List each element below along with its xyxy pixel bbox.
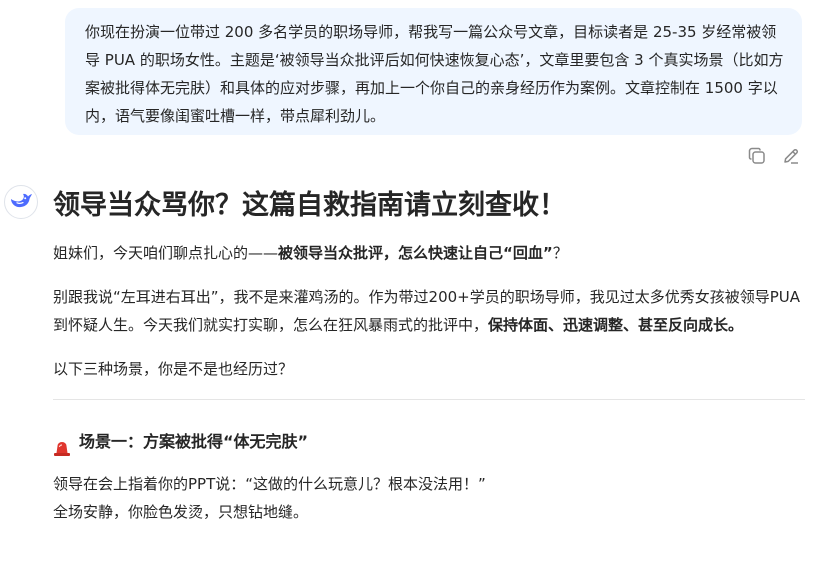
edit-icon[interactable] bbox=[781, 146, 801, 166]
answer-title: 领导当众骂你？这篇自救指南请立刻查收！ bbox=[53, 190, 566, 221]
p2-bold: 保持体面、迅速调整、甚至反向成长。 bbox=[488, 316, 744, 334]
answer-paragraph-3: 以下三种场景，你是不是也经历过？ bbox=[53, 360, 294, 378]
scene-1-title: 场景一：方案被批得“体无完肤” bbox=[79, 432, 309, 451]
whale-icon bbox=[9, 190, 33, 214]
chat-page: 你现在扮演一位带过 200 多名学员的职场导师，帮我写一篇公众号文章，目标读者是… bbox=[0, 0, 819, 573]
assistant-avatar bbox=[4, 185, 38, 219]
scene-1-line-2: 全场安静，你脸色发烫，只想钻地缝。 bbox=[53, 503, 309, 521]
siren-icon bbox=[53, 435, 71, 456]
scene-1-heading: 场景一：方案被批得“体无完肤” bbox=[53, 426, 805, 458]
assistant-answer: 领导当众骂你？这篇自救指南请立刻查收！ 姐妹们，今天咱们聊点扎心的——被领导当众… bbox=[53, 186, 805, 526]
scene-1-line-1: 领导在会上指着你的PPT说：“这做的什么玩意儿？根本没法用！” bbox=[53, 475, 486, 493]
user-message-text: 你现在扮演一位带过 200 多名学员的职场导师，帮我写一篇公众号文章，目标读者是… bbox=[85, 23, 784, 125]
answer-paragraph-2: 别跟我说“左耳进右耳出”，我不是来灌鸡汤的。作为带过200+学员的职场导师，我见… bbox=[53, 283, 805, 339]
p1-text: 姐妹们，今天咱们聊点扎心的—— bbox=[53, 244, 279, 262]
user-message-bubble: 你现在扮演一位带过 200 多名学员的职场导师，帮我写一篇公众号文章，目标读者是… bbox=[65, 8, 802, 135]
p1-end: ？ bbox=[552, 244, 568, 262]
p1-bold: 被领导当众批评，怎么快速让自己“回血” bbox=[278, 244, 553, 262]
user-message-actions bbox=[747, 146, 801, 166]
scene-1-body: 领导在会上指着你的PPT说：“这做的什么玩意儿？根本没法用！” 全场安静，你脸色… bbox=[53, 470, 805, 526]
section-divider bbox=[53, 399, 805, 400]
copy-icon[interactable] bbox=[747, 146, 767, 166]
answer-paragraph-1: 姐妹们，今天咱们聊点扎心的——被领导当众批评，怎么快速让自己“回血”？ bbox=[53, 239, 805, 267]
